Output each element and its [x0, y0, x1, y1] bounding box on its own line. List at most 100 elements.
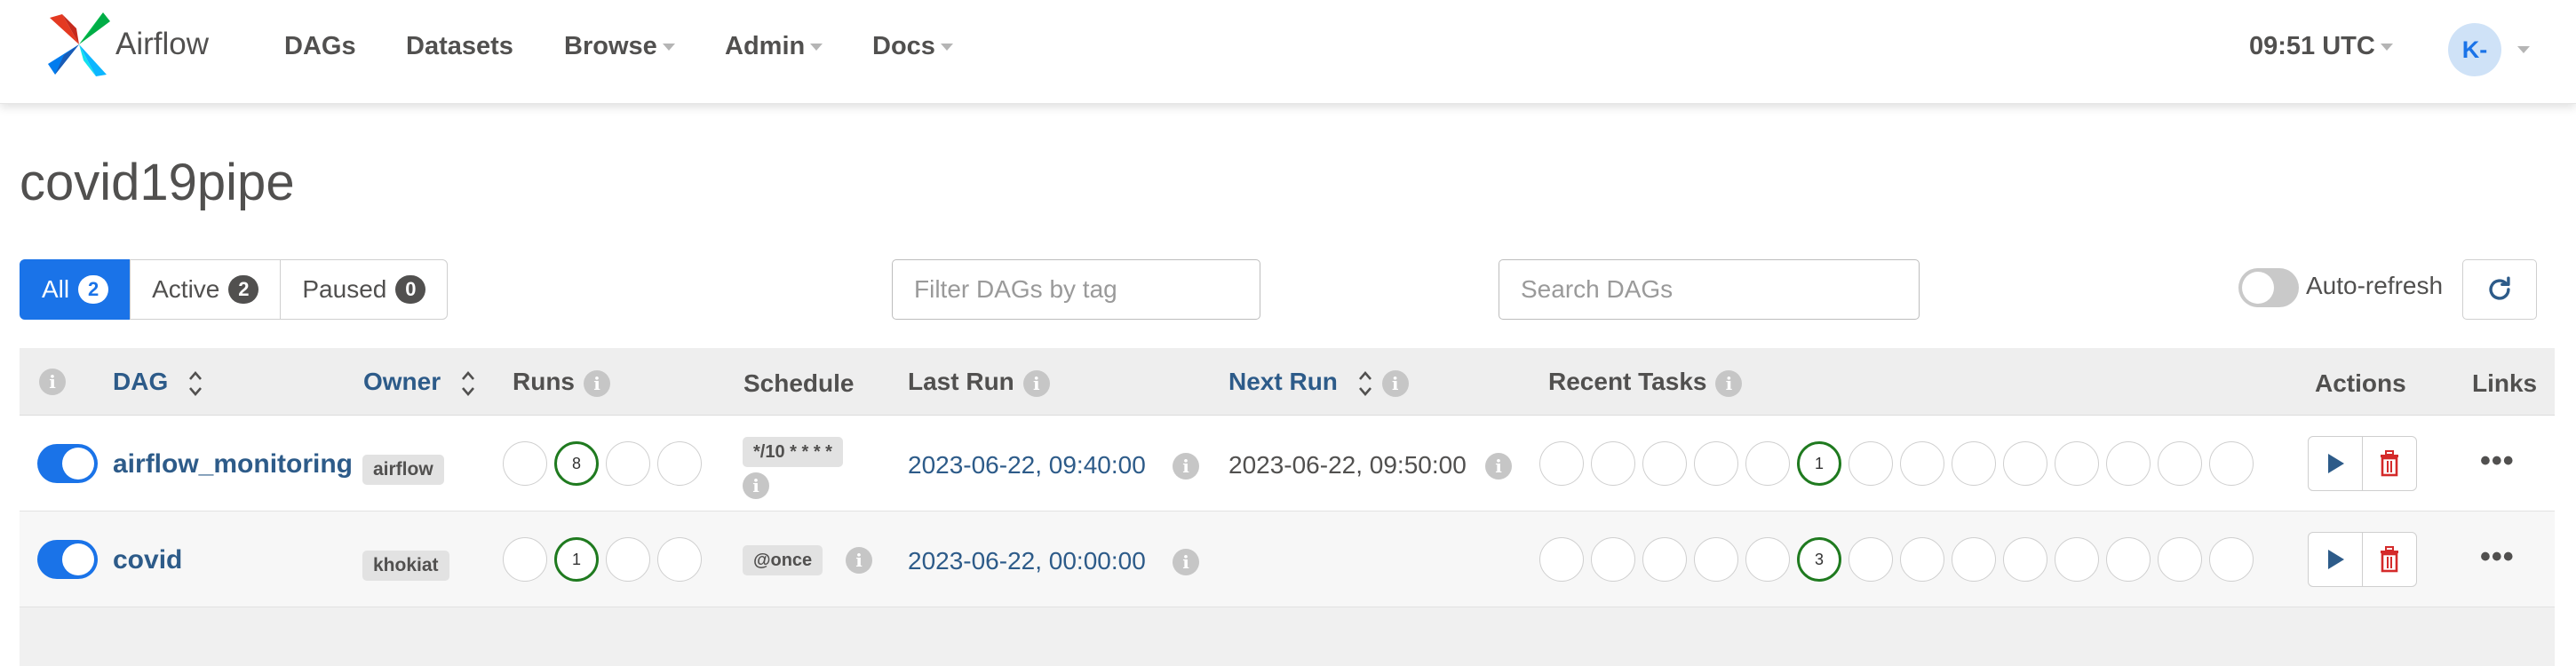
task-status-circle[interactable] — [1900, 441, 1944, 486]
task-status-circle[interactable] — [1694, 537, 1738, 582]
info-icon[interactable]: i — [1022, 369, 1050, 397]
last-run-link[interactable]: 2023-06-22, 00:00:00 — [908, 547, 1146, 575]
info-icon[interactable]: i — [584, 369, 610, 397]
task-status-circle[interactable] — [2158, 537, 2202, 582]
task-status-circle-success[interactable]: 3 — [1797, 537, 1841, 582]
filter-all-count: 2 — [78, 275, 109, 304]
task-status-circle[interactable] — [2106, 537, 2151, 582]
select-info-icon[interactable]: i — [39, 366, 66, 395]
links-menu-button[interactable]: ••• — [2480, 540, 2515, 575]
run-status-circle-success[interactable]: 1 — [554, 537, 599, 582]
task-status-circle[interactable] — [1694, 441, 1738, 486]
task-status-circle[interactable] — [2003, 537, 2047, 582]
schedule-tag[interactable]: @once — [743, 545, 823, 575]
column-last-run-label: Last Run — [908, 368, 1014, 395]
info-icon[interactable]: i — [743, 472, 769, 499]
airflow-logo-icon[interactable] — [44, 11, 114, 78]
auto-refresh-toggle[interactable] — [2238, 268, 2299, 307]
task-status-circle[interactable] — [2209, 537, 2254, 582]
top-navbar: Airflow DAGs Datasets Browse Admin Docs … — [0, 0, 2576, 104]
chevron-down-icon[interactable] — [2517, 46, 2530, 53]
nav-admin-label: Admin — [725, 32, 806, 60]
task-status-circle[interactable] — [1591, 537, 1635, 582]
task-status-circle[interactable] — [1952, 537, 1996, 582]
column-dag[interactable]: DAG — [113, 368, 203, 398]
task-status-circle[interactable] — [2055, 537, 2099, 582]
task-status-circle[interactable] — [1642, 441, 1687, 486]
task-status-circle-success[interactable]: 1 — [1797, 441, 1841, 486]
schedule-tag[interactable]: */10 * * * * — [743, 437, 843, 467]
delete-dag-button[interactable] — [2362, 532, 2417, 587]
filter-active-button[interactable]: Active 2 — [130, 259, 282, 320]
run-status-circle[interactable] — [606, 441, 650, 486]
task-status-circle[interactable] — [2209, 441, 2254, 486]
run-status-circle-success[interactable]: 8 — [554, 441, 599, 486]
task-status-circle[interactable] — [2055, 441, 2099, 486]
task-status-circle[interactable] — [1952, 441, 1996, 486]
tag-filter-input[interactable] — [892, 259, 1260, 320]
run-status-circle[interactable] — [503, 537, 547, 582]
run-status-circle[interactable] — [503, 441, 547, 486]
task-status-circle[interactable] — [1900, 537, 1944, 582]
nav-browse[interactable]: Browse — [564, 32, 675, 61]
run-status-circle[interactable] — [657, 537, 702, 582]
dag-link[interactable]: covid — [113, 545, 182, 575]
dag-link[interactable]: airflow_monitoring — [113, 449, 353, 480]
nav-docs[interactable]: Docs — [872, 32, 953, 61]
nav-datasets[interactable]: Datasets — [406, 32, 513, 61]
next-run-value: 2023-06-22, 09:50:00 — [1228, 451, 1467, 479]
trash-icon — [2381, 546, 2398, 573]
column-next-run[interactable]: Next Run i — [1228, 368, 1409, 398]
info-icon[interactable]: i — [1173, 549, 1199, 575]
dag-pause-toggle[interactable] — [37, 540, 98, 579]
nav-dags[interactable]: DAGs — [284, 32, 356, 61]
timezone-menu[interactable]: 09:51 UTC — [2249, 32, 2393, 61]
column-schedule: Schedule — [743, 369, 855, 397]
filter-active-count: 2 — [228, 275, 259, 304]
task-status-circle[interactable] — [2003, 441, 2047, 486]
filter-paused-button[interactable]: Paused 0 — [280, 259, 449, 320]
dag-pause-toggle[interactable] — [37, 444, 98, 483]
last-run-link[interactable]: 2023-06-22, 09:40:00 — [908, 451, 1146, 480]
task-status-circle[interactable] — [1591, 441, 1635, 486]
refresh-button[interactable] — [2462, 259, 2537, 320]
owner-tag[interactable]: airflow — [362, 455, 444, 485]
task-status-circle[interactable] — [1642, 537, 1687, 582]
task-status-circle[interactable] — [1539, 537, 1584, 582]
column-runs: Runs i — [513, 368, 610, 397]
toggle-knob — [62, 543, 94, 575]
filter-all-label: All — [42, 275, 70, 303]
task-status-circle[interactable] — [1745, 537, 1790, 582]
user-avatar[interactable]: K- — [2448, 23, 2501, 76]
delete-dag-button[interactable] — [2362, 436, 2417, 491]
page-title: covid19pipe — [20, 154, 295, 211]
filter-all-button[interactable]: All 2 — [20, 259, 131, 320]
task-status-circle[interactable] — [2106, 441, 2151, 486]
trigger-dag-button[interactable] — [2308, 532, 2363, 587]
trigger-dag-button[interactable] — [2308, 436, 2363, 491]
links-menu-button[interactable]: ••• — [2480, 444, 2515, 479]
owner-tag[interactable]: khokiat — [362, 551, 449, 581]
run-status-circle[interactable] — [606, 537, 650, 582]
task-status-circle[interactable] — [1849, 441, 1893, 486]
info-icon[interactable]: i — [1381, 369, 1409, 397]
column-owner[interactable]: Owner — [363, 368, 476, 398]
toggle-knob — [62, 448, 94, 480]
task-status-circle[interactable] — [1539, 441, 1584, 486]
info-icon[interactable]: i — [1485, 453, 1512, 480]
chevron-down-icon — [810, 44, 823, 52]
info-icon[interactable]: i — [1715, 369, 1743, 397]
refresh-icon — [2489, 276, 2510, 300]
info-icon[interactable]: i — [846, 547, 872, 574]
run-status-circle[interactable] — [657, 441, 702, 486]
search-dags-input[interactable] — [1499, 259, 1920, 320]
task-status-circle[interactable] — [1849, 537, 1893, 582]
column-next-run-label: Next Run — [1228, 368, 1338, 395]
nav-admin[interactable]: Admin — [725, 32, 823, 61]
task-status-circle[interactable] — [1745, 441, 1790, 486]
current-time: 09:51 UTC — [2249, 32, 2375, 60]
info-icon[interactable]: i — [1173, 453, 1199, 480]
task-status-circle[interactable] — [2158, 441, 2202, 486]
brand-name[interactable]: Airflow — [115, 27, 209, 62]
dags-table: i DAG Owner Runs i Schedule Last Run i Nex… — [20, 348, 2555, 666]
